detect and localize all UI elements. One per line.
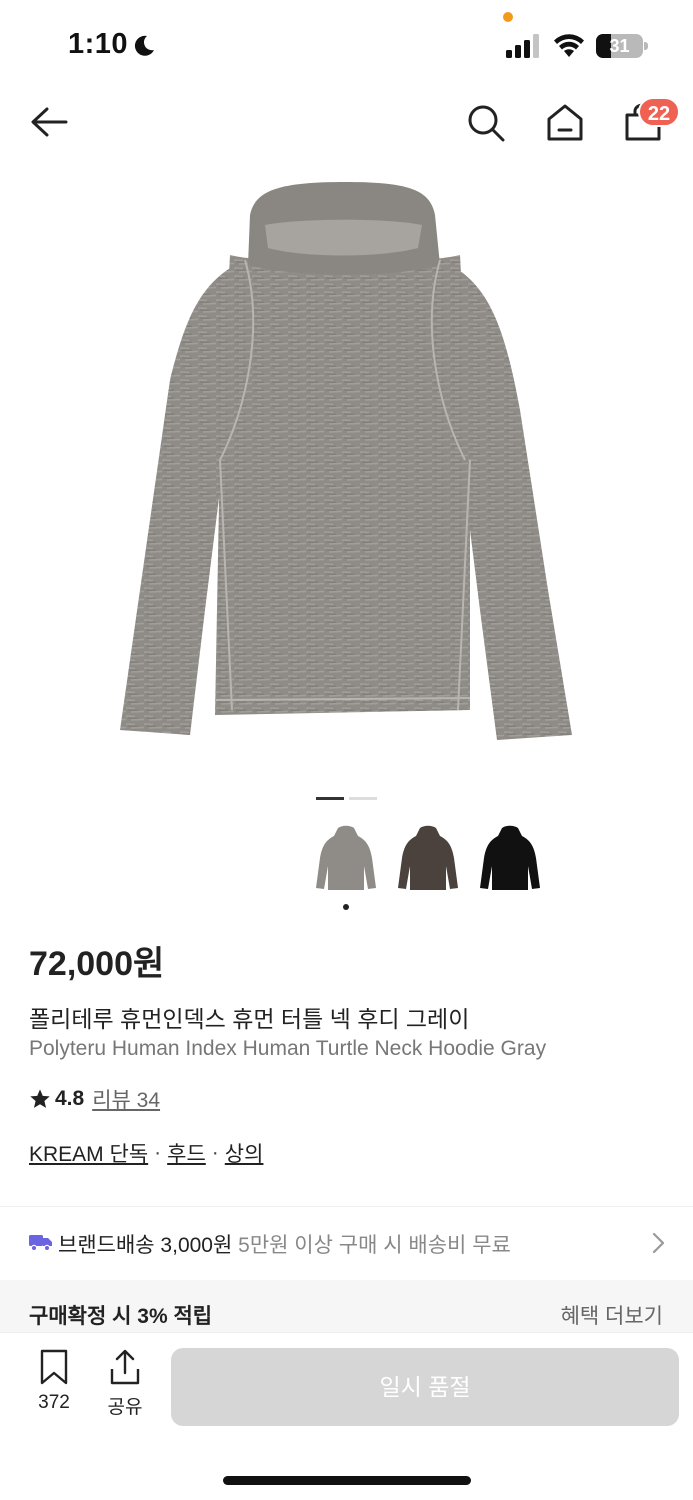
privacy-indicator-dot	[503, 12, 513, 22]
status-time: 1:10	[68, 28, 129, 60]
benefits-more-link[interactable]: 혜택 더보기	[561, 1300, 663, 1330]
truck-icon	[29, 1235, 52, 1251]
tag-separator: ·	[211, 1141, 219, 1164]
color-options	[310, 822, 550, 902]
moon-icon	[134, 35, 154, 56]
tag-top[interactable]: 상의	[225, 1138, 264, 1168]
home-indicator[interactable]	[223, 1476, 471, 1485]
back-arrow-icon[interactable]	[26, 100, 72, 146]
product-name-korean: 폴리테루 휴먼인덱스 휴먼 터틀 넥 후디 그레이	[29, 1006, 470, 1032]
product-price: 72,000원	[29, 945, 165, 983]
shipping-fee: 브랜드배송 3,000원	[58, 1234, 233, 1257]
star-icon	[30, 1089, 50, 1108]
gallery-indicator-active	[316, 797, 344, 800]
color-option-black[interactable]	[474, 822, 546, 898]
bookmark-count: 372	[38, 1392, 70, 1413]
gallery-indicator	[349, 797, 377, 800]
share-button[interactable]: 공유	[101, 1349, 149, 1419]
home-icon[interactable]	[542, 100, 588, 146]
share-icon	[110, 1349, 140, 1385]
shipping-free-condition: 5만원 이상 구매 시 배송비 무료	[238, 1234, 511, 1257]
battery-icon: 31	[596, 34, 648, 58]
tag-separator: ·	[154, 1141, 162, 1164]
rating-row: 4.8 리뷰 34	[29, 1084, 160, 1114]
rating-score: 4.8	[55, 1087, 85, 1110]
signal-icon	[506, 34, 539, 58]
product-name-english: Polyteru Human Index Human Turtle Neck H…	[29, 1037, 547, 1060]
bottom-action-bar: 372 공유 일시 품절	[0, 1332, 693, 1500]
category-tags: KREAM 단독 · 후드 · 상의	[29, 1138, 263, 1168]
color-option-brown[interactable]	[392, 822, 464, 898]
tag-hood[interactable]: 후드	[167, 1138, 206, 1168]
bookmark-icon	[40, 1349, 68, 1385]
status-bar: 1:10 31	[0, 0, 693, 90]
cart-count-badge: 22	[638, 97, 680, 127]
shipping-info-row[interactable]: 브랜드배송 3,000원 5만원 이상 구매 시 배송비 무료	[0, 1207, 693, 1279]
selected-color-dot	[343, 904, 349, 910]
points-benefit-row: 구매확정 시 3% 적립 혜택 더보기	[0, 1280, 693, 1332]
product-image[interactable]	[0, 170, 693, 770]
bookmark-button[interactable]: 372	[30, 1349, 78, 1419]
search-icon[interactable]	[463, 100, 509, 146]
color-option-gray[interactable]	[310, 822, 382, 898]
wifi-icon	[554, 34, 584, 57]
sold-out-button[interactable]: 일시 품절	[171, 1348, 679, 1426]
shipping-text: 브랜드배송 3,000원 5만원 이상 구매 시 배송비 무료	[58, 1229, 511, 1259]
review-link[interactable]: 리뷰 34	[92, 1084, 160, 1114]
tag-kream-exclusive[interactable]: KREAM 단독	[29, 1138, 148, 1168]
chevron-right-icon	[652, 1232, 665, 1254]
points-label: 구매확정 시 3% 적립	[29, 1305, 213, 1328]
share-label: 공유	[107, 1397, 143, 1418]
